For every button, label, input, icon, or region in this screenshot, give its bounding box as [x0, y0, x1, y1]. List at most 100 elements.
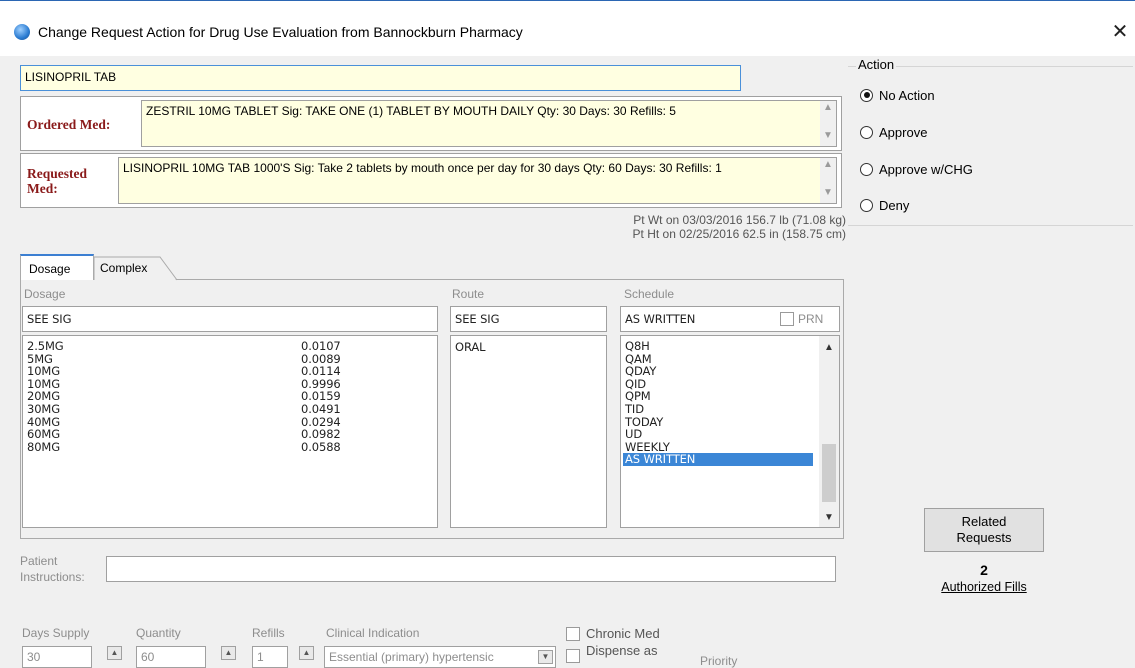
- scroll-down-icon[interactable]: ▼: [819, 512, 839, 523]
- dosage-strength: 10MG: [27, 376, 61, 391]
- dosage-strength: 30MG: [27, 401, 61, 416]
- chronic-med-checkbox-icon[interactable]: [566, 626, 580, 641]
- radio-icon[interactable]: [860, 162, 873, 176]
- dispense-as-written-checkbox[interactable]: Dispense as: [566, 643, 658, 663]
- prn-label: PRN: [798, 312, 824, 326]
- schedule-option[interactable]: QDAY: [623, 365, 813, 378]
- dosage-option[interactable]: 5MG 0.0089: [27, 351, 341, 366]
- schedule-option[interactable]: TODAY: [623, 415, 813, 429]
- ordered-med-value: ZESTRIL 10MG TABLET Sig: TAKE ONE (1) TA…: [146, 104, 676, 118]
- route-option[interactable]: ORAL: [455, 340, 486, 354]
- refills-input[interactable]: 1: [252, 646, 288, 668]
- route-input[interactable]: SEE SIG: [450, 306, 607, 332]
- schedule-option[interactable]: Q8H: [623, 340, 813, 353]
- scroll-down-icon[interactable]: ▼: [820, 129, 836, 143]
- schedule-list[interactable]: Q8H QAM QDAY QID QPM TID TODAY UD WEEKLY AS WRITT…: [620, 335, 840, 528]
- dosage-option[interactable]: 60MG 0.0982: [27, 428, 341, 441]
- dosage-list[interactable]: 2.5MG 0.0107 5MG 0.0089 10MG 0.0114 10MG 0.9996…: [22, 335, 438, 528]
- radio-selected-icon[interactable]: [860, 88, 873, 102]
- patient-instructions-label-line2: Instructions:: [20, 570, 85, 584]
- radio-icon[interactable]: [860, 125, 873, 139]
- dosage-strength: 5MG: [27, 351, 53, 366]
- dosage-value: 0.0982: [301, 427, 341, 442]
- patient-instructions-label: Patient Instructions:: [20, 553, 85, 585]
- related-requests-line1: Related: [961, 514, 1007, 529]
- dosage-value: 0.0491: [301, 401, 341, 416]
- dosage-input[interactable]: SEE SIG: [22, 306, 438, 332]
- prn-checkbox-icon[interactable]: [780, 312, 794, 326]
- dosage-strength: 20MG: [27, 389, 61, 404]
- route-list[interactable]: ORAL: [450, 335, 607, 528]
- ordered-med-scrollbar[interactable]: ▲ ▼: [820, 101, 836, 146]
- dispense-as-written-checkbox-icon[interactable]: [566, 649, 580, 663]
- requested-med-scrollbar[interactable]: ▲ ▼: [820, 158, 836, 203]
- chronic-med-label: Chronic Med: [586, 626, 660, 641]
- days-supply-input[interactable]: 30: [22, 646, 92, 668]
- schedule-rows: Q8H QAM QDAY QID QPM TID TODAY UD WEEKLY AS WRITT…: [623, 340, 813, 466]
- requested-med-label: Requested Med:: [27, 166, 87, 196]
- dosage-option[interactable]: 10MG 0.0114: [27, 365, 341, 378]
- scroll-down-icon[interactable]: ▼: [820, 186, 836, 200]
- radio-no-action[interactable]: No Action: [860, 86, 935, 104]
- quantity-input[interactable]: 60: [136, 646, 206, 668]
- dosage-strength: 80MG: [27, 439, 61, 454]
- prn-checkbox[interactable]: PRN: [780, 312, 823, 326]
- days-supply-label: Days Supply: [22, 626, 90, 640]
- dosage-option[interactable]: 80MG 0.0588: [27, 441, 341, 454]
- refills-label: Refills: [252, 626, 285, 640]
- related-requests-button[interactable]: Related Requests: [924, 508, 1044, 552]
- dosage-strength: 40MG: [27, 414, 61, 429]
- radio-approve[interactable]: Approve: [860, 123, 927, 141]
- dosage-value: 0.0588: [301, 439, 341, 454]
- related-requests-line2: Requests: [956, 530, 1012, 545]
- schedule-option[interactable]: QPM: [623, 390, 813, 403]
- radio-deny[interactable]: Deny: [860, 196, 909, 214]
- radio-approve-with-change[interactable]: Approve w/CHG: [860, 160, 973, 178]
- dosage-value: 0.0107: [301, 339, 341, 353]
- close-button[interactable]: ✕: [1108, 18, 1132, 46]
- app-icon: [14, 24, 30, 40]
- tab-dosage[interactable]: Dosage: [20, 254, 94, 280]
- requested-med-label-line1: Requested: [27, 166, 87, 181]
- dosage-option[interactable]: 10MG 0.9996: [27, 378, 341, 391]
- authorized-fills-link[interactable]: Authorized Fills: [924, 580, 1044, 594]
- patient-instructions-label-line1: Patient: [20, 554, 58, 568]
- dosage-rows: 2.5MG 0.0107 5MG 0.0089 10MG 0.0114 10MG 0.9996…: [27, 340, 341, 453]
- days-supply-up-icon[interactable]: ▲: [107, 646, 122, 660]
- requested-med-box: Requested Med: LISINOPRIL 10MG TAB 1000'…: [20, 153, 842, 208]
- quantity-up-icon[interactable]: ▲: [221, 646, 236, 660]
- dosage-label: Dosage: [24, 287, 66, 301]
- scrollbar-thumb[interactable]: [822, 444, 836, 502]
- schedule-option[interactable]: QID: [623, 378, 813, 391]
- clinical-indication-select[interactable]: Essential (primary) hypertensic: [324, 646, 556, 668]
- dosage-option[interactable]: 40MG 0.0294: [27, 414, 341, 429]
- scroll-up-icon[interactable]: ▲: [820, 158, 836, 172]
- schedule-option[interactable]: UD: [623, 428, 813, 441]
- patient-height: Pt Ht on 02/25/2016 62.5 in (158.75 cm): [632, 227, 846, 241]
- scroll-up-icon[interactable]: ▲: [820, 101, 836, 115]
- radio-label: No Action: [879, 87, 935, 103]
- requested-med-text: LISINOPRIL 10MG TAB 1000'S Sig: Take 2 t…: [118, 157, 837, 204]
- schedule-option[interactable]: AS WRITTEN: [623, 453, 813, 466]
- authorized-fills-count: 2: [980, 562, 988, 578]
- dosage-strength: 10MG: [27, 364, 61, 379]
- dosage-option[interactable]: 20MG 0.0159: [27, 390, 341, 403]
- tab-complex-border: [94, 256, 178, 281]
- refills-up-icon[interactable]: ▲: [299, 646, 314, 660]
- dosage-option[interactable]: 2.5MG 0.0107: [27, 340, 341, 353]
- schedule-scrollbar[interactable]: ▲ ▼: [819, 336, 839, 527]
- schedule-option[interactable]: TID: [623, 403, 813, 416]
- chronic-med-checkbox[interactable]: Chronic Med: [566, 626, 660, 641]
- patient-instructions-input[interactable]: [106, 556, 836, 582]
- radio-icon[interactable]: [860, 198, 873, 212]
- window-title: Change Request Action for Drug Use Evalu…: [38, 24, 523, 40]
- dosage-option[interactable]: 30MG 0.0491: [27, 403, 341, 416]
- quantity-label: Quantity: [136, 626, 181, 640]
- drug-name-field[interactable]: LISINOPRIL TAB: [20, 65, 741, 91]
- dosage-value: 0.0114: [301, 364, 341, 379]
- requested-med-value: LISINOPRIL 10MG TAB 1000'S Sig: Take 2 t…: [123, 161, 722, 175]
- ordered-med-label: Ordered Med:: [27, 117, 111, 132]
- schedule-label: Schedule: [624, 287, 675, 301]
- scroll-up-icon[interactable]: ▲: [819, 342, 839, 353]
- dispense-as-label: Dispense as: [586, 643, 658, 658]
